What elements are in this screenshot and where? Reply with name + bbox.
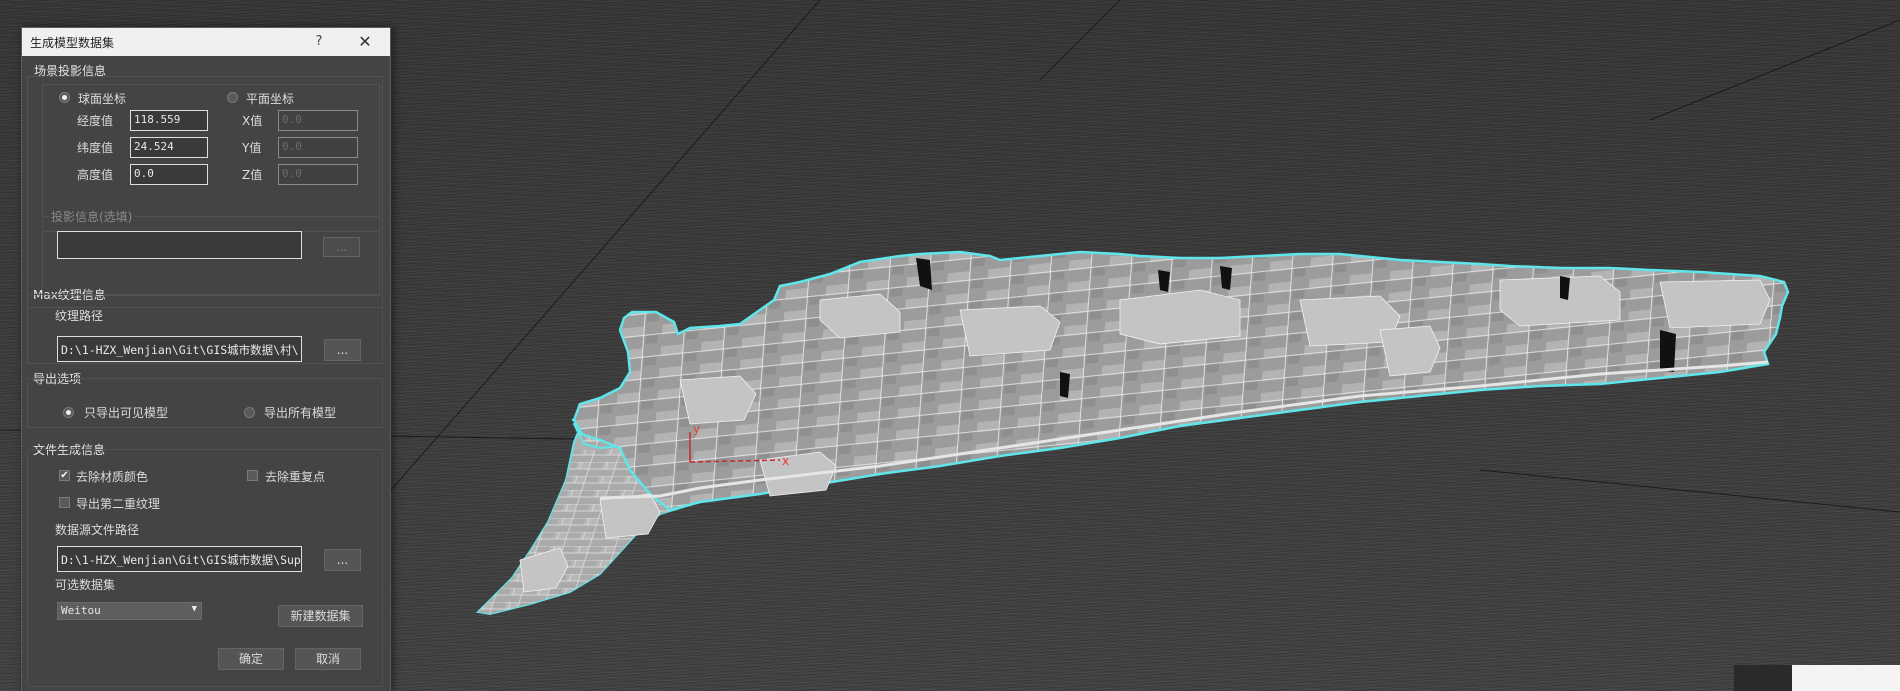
z-label: Z值 — [242, 168, 263, 182]
dialog-titlebar[interactable]: 生成模型数据集 ? ✕ — [22, 28, 390, 56]
y-input[interactable]: 0.0 — [278, 137, 358, 158]
all-models-radio[interactable] — [244, 407, 255, 418]
longitude-label: 经度值 — [77, 114, 114, 128]
z-input[interactable]: 0.0 — [278, 164, 358, 185]
remove-duplicate-points-checkbox[interactable] — [247, 470, 258, 481]
dataset-select-value: Weitou — [61, 604, 101, 617]
x-label: X值 — [242, 114, 263, 128]
remove-material-color-checkbox[interactable]: ✔ — [59, 470, 70, 481]
dataset-select[interactable]: Weitou ▼ — [57, 602, 202, 620]
texture-path-label: 纹理路径 — [55, 309, 104, 323]
planar-radio[interactable] — [227, 92, 238, 103]
source-path-input[interactable]: D:\1-HZX_Wenjian\Git\GIS城市数据\Super — [57, 546, 302, 572]
height-input[interactable]: 0.0 — [130, 164, 208, 185]
axis-y-label: y — [693, 422, 700, 436]
source-browse-button[interactable]: ... — [324, 549, 361, 571]
texture-path-input[interactable]: D:\1-HZX_Wenjian\Git\GIS城市数据\村\ — [57, 336, 302, 362]
projection-info-label: 投影信息(选填) — [49, 208, 135, 225]
ok-button[interactable]: 确定 — [218, 648, 284, 670]
city-model — [475, 250, 1790, 616]
visible-only-radio[interactable] — [63, 407, 74, 418]
planar-label: 平面坐标 — [246, 92, 295, 106]
close-icon[interactable]: ✕ — [353, 31, 377, 53]
latitude-label: 纬度值 — [77, 141, 114, 155]
y-label: Y值 — [242, 141, 262, 155]
x-input[interactable]: 0.0 — [278, 110, 358, 131]
source-path-label: 数据源文件路径 — [55, 523, 140, 537]
axis-x-label: x — [782, 454, 789, 468]
texture-browse-button[interactable]: ... — [324, 339, 361, 361]
export-second-texture-label: 导出第二重纹理 — [76, 497, 161, 511]
viewport-corner-dark — [1734, 665, 1792, 691]
projection-input[interactable] — [57, 231, 302, 259]
visible-only-label: 只导出可见模型 — [84, 406, 169, 420]
projection-browse-button[interactable]: ... — [323, 237, 360, 257]
latitude-input[interactable]: 24.524 — [130, 137, 208, 158]
longitude-input[interactable]: 118.559 — [130, 110, 208, 131]
help-icon[interactable]: ? — [308, 31, 330, 53]
cancel-button[interactable]: 取消 — [295, 648, 361, 670]
spherical-radio[interactable] — [59, 92, 70, 103]
dataset-label: 可选数据集 — [55, 578, 116, 592]
export-second-texture-checkbox[interactable] — [59, 497, 70, 508]
all-models-label: 导出所有模型 — [264, 406, 337, 420]
scene-projection-label: 场景投影信息 — [34, 64, 107, 78]
chevron-down-icon: ▼ — [191, 604, 197, 614]
spherical-label: 球面坐标 — [78, 92, 127, 106]
viewport-corner-light — [1792, 665, 1900, 691]
height-label: 高度值 — [77, 168, 114, 182]
generate-dataset-dialog: 生成模型数据集 ? ✕ 场景投影信息 球面坐标 平面坐标 经度值 118.559… — [21, 27, 391, 691]
new-dataset-button[interactable]: 新建数据集 — [278, 605, 363, 627]
dialog-title: 生成模型数据集 — [30, 36, 115, 50]
remove-duplicate-points-label: 去除重复点 — [265, 470, 326, 484]
remove-material-color-label: 去除材质颜色 — [76, 470, 149, 484]
